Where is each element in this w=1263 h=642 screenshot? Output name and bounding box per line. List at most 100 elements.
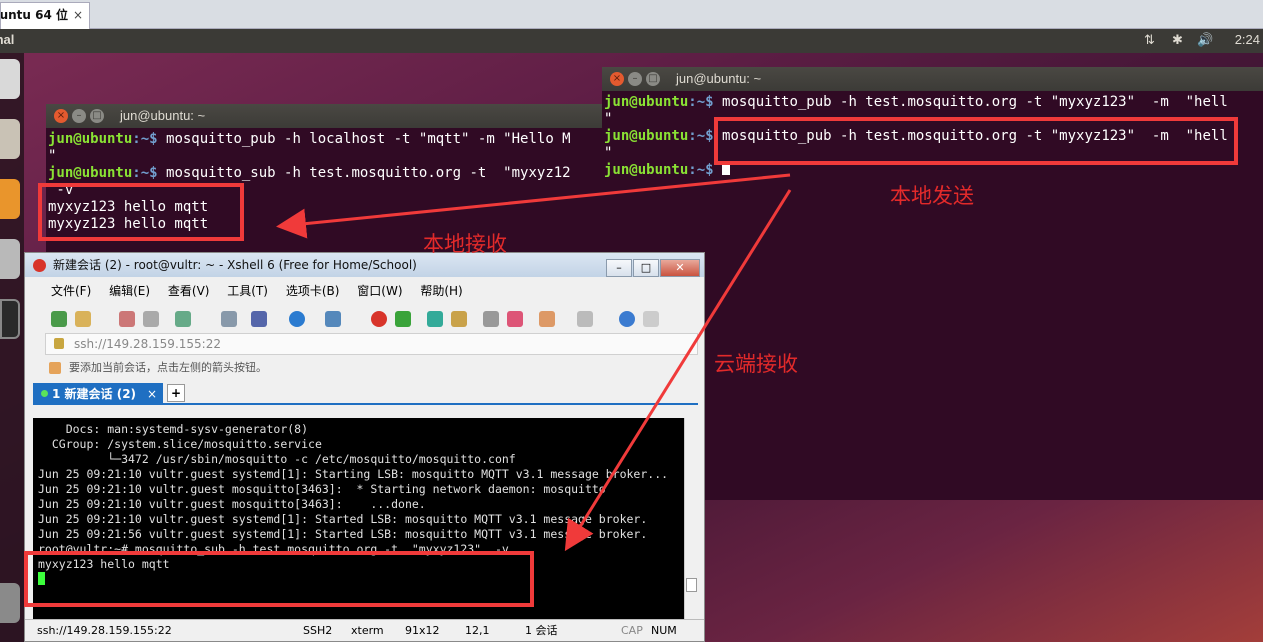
address-bar[interactable]: ssh://149.28.159.155:22 xyxy=(45,333,698,355)
add-tab-icon[interactable] xyxy=(539,311,555,327)
menu-tabs[interactable]: 选项卡(B) xyxy=(286,284,340,298)
minimize-icon[interactable]: – xyxy=(628,72,642,86)
terminal-title: jun@ubuntu: ~ xyxy=(676,71,762,86)
terminal-scrollbar[interactable] xyxy=(684,418,698,619)
launcher-terminal-icon[interactable] xyxy=(0,299,20,339)
xshell-logo-icon xyxy=(33,259,46,272)
tab-session-1[interactable]: 1 新建会话 (2) × xyxy=(33,383,163,405)
bluetooth-icon[interactable]: ✱ xyxy=(1172,32,1183,48)
terminal-line: jun@ubuntu:~$ mosquitto_pub -h test.mosq… xyxy=(604,94,1228,110)
launcher-trash-icon[interactable] xyxy=(0,583,20,623)
new-session-icon[interactable] xyxy=(51,311,67,327)
maximize-icon[interactable]: □ xyxy=(633,259,659,277)
terminal-line: jun@ubuntu:~$ mosquitto_pub -h localhost… xyxy=(48,131,571,147)
terminal-line: jun@ubuntu:~$ mosquitto_sub -h test.mosq… xyxy=(48,165,571,181)
properties-icon[interactable] xyxy=(175,311,191,327)
top-panel: inal ⇅ ✱ 🔊 2:24 xyxy=(0,29,1263,53)
session-tabs: 1 新建会话 (2) × + xyxy=(33,381,698,405)
annotation-cloud-receive: 云端接收 xyxy=(714,352,798,376)
disconnect-icon[interactable] xyxy=(119,311,135,327)
close-icon[interactable]: ✕ xyxy=(660,259,700,277)
window-controls: – □ ✕ xyxy=(605,255,700,277)
globe-icon[interactable] xyxy=(289,311,305,327)
status-protocol: SSH2 xyxy=(303,624,333,637)
launcher-ubuntu-icon[interactable] xyxy=(0,59,20,99)
chat-icon[interactable] xyxy=(643,311,659,327)
lock-icon[interactable] xyxy=(451,311,467,327)
layout-icon[interactable] xyxy=(577,311,593,327)
keyboard-icon[interactable] xyxy=(483,311,499,327)
terminal-line: └─3472 /usr/sbin/mosquitto -c /etc/mosqu… xyxy=(38,452,516,466)
status-num: NUM xyxy=(651,624,677,637)
terminal-titlebar: × – □ jun@ubuntu: ~ xyxy=(46,104,602,128)
minimize-icon[interactable]: – xyxy=(606,259,632,277)
terminal-line: " xyxy=(48,148,57,164)
menu-view[interactable]: 查看(V) xyxy=(168,284,210,298)
session-hint-bar: 要添加当前会话，点击左侧的箭头按钮。 xyxy=(25,355,704,381)
find-icon[interactable] xyxy=(221,311,237,327)
bookmark-icon[interactable] xyxy=(49,362,61,374)
open-folder-icon[interactable] xyxy=(75,311,91,327)
annotation-box-local-receive xyxy=(38,183,244,241)
menu-file[interactable]: 文件(F) xyxy=(51,284,91,298)
terminal-title: jun@ubuntu: ~ xyxy=(120,108,206,123)
menu-help[interactable]: 帮助(H) xyxy=(420,284,462,298)
status-cursor-pos: 12,1 xyxy=(465,624,490,637)
session-hint: 要添加当前会话，点击左侧的箭头按钮。 xyxy=(69,361,267,374)
xftp-icon[interactable] xyxy=(371,311,387,327)
terminal-line: Docs: man:systemd-sysv-generator(8) xyxy=(38,422,309,436)
font-icon[interactable] xyxy=(325,311,341,327)
launcher xyxy=(0,53,24,642)
add-tab-button[interactable]: + xyxy=(167,384,185,402)
network-icon[interactable]: ⇅ xyxy=(1144,32,1155,48)
menu-bar: 文件(F) 编辑(E) 查看(V) 工具(T) 选项卡(B) 窗口(W) 帮助(… xyxy=(25,277,704,305)
annotation-box-local-send xyxy=(714,117,1238,165)
terminal-line: Jun 25 09:21:10 vultr.guest mosquitto[34… xyxy=(38,497,426,511)
help-icon[interactable] xyxy=(619,311,635,327)
vm-tab-ubuntu[interactable]: buntu 64 位 × xyxy=(0,2,90,29)
close-icon[interactable]: × xyxy=(73,3,83,28)
terminal-line: CGroup: /system.slice/mosquitto.service xyxy=(38,437,322,451)
connected-status-icon xyxy=(41,390,48,397)
app-name: inal xyxy=(0,32,15,47)
clock[interactable]: 2:24 xyxy=(1235,32,1260,47)
status-bar: ssh://149.28.159.155:22 SSH2 xterm 91x12… xyxy=(25,619,704,641)
xshell-title: 新建会话 (2) - root@vultr: ~ - Xshell 6 (Fre… xyxy=(53,258,417,272)
status-sessions: 1 会话 xyxy=(525,624,558,637)
fullscreen-icon[interactable] xyxy=(427,311,443,327)
menu-edit[interactable]: 编辑(E) xyxy=(109,284,150,298)
launcher-firefox-icon[interactable] xyxy=(0,179,20,219)
status-caps: CAP xyxy=(621,624,643,637)
close-icon[interactable]: × xyxy=(147,383,157,405)
terminal-line: Jun 25 09:21:56 vultr.guest systemd[1]: … xyxy=(38,527,648,541)
annotation-box-cloud-receive xyxy=(24,551,534,607)
volume-icon[interactable]: 🔊 xyxy=(1197,32,1213,48)
close-icon[interactable]: × xyxy=(610,72,624,86)
menu-tools[interactable]: 工具(T) xyxy=(227,284,268,298)
minimize-icon[interactable]: – xyxy=(72,109,86,123)
highlight-icon[interactable] xyxy=(507,311,523,327)
status-address: ssh://149.28.159.155:22 xyxy=(37,624,172,637)
xshell-titlebar: 新建会话 (2) - root@vultr: ~ - Xshell 6 (Fre… xyxy=(25,253,704,277)
maximize-icon[interactable]: □ xyxy=(646,72,660,86)
terminal-line: Jun 25 09:21:10 vultr.guest mosquitto[34… xyxy=(38,482,606,496)
color-scheme-icon[interactable] xyxy=(251,311,267,327)
annotation-local-receive: 本地接收 xyxy=(423,232,507,256)
reconnect-icon[interactable] xyxy=(143,311,159,327)
close-icon[interactable]: × xyxy=(54,109,68,123)
toolbar xyxy=(25,305,704,333)
menu-window[interactable]: 窗口(W) xyxy=(357,284,402,298)
status-terminal-type: xterm xyxy=(351,624,384,637)
vm-tab-strip: buntu 64 位 × xyxy=(0,0,1263,29)
launcher-files-icon[interactable] xyxy=(0,119,20,159)
address-text: ssh://149.28.159.155:22 xyxy=(74,337,221,351)
terminal-line: Jun 25 09:21:10 vultr.guest systemd[1]: … xyxy=(38,467,669,481)
terminal-line: Jun 25 09:21:10 vultr.guest systemd[1]: … xyxy=(38,512,648,526)
launcher-settings-icon[interactable] xyxy=(0,239,20,279)
maximize-icon[interactable]: □ xyxy=(90,109,104,123)
terminal-titlebar: × – □ jun@ubuntu: ~ xyxy=(602,67,1263,91)
scrollbar-thumb[interactable] xyxy=(686,578,697,592)
annotation-local-send: 本地发送 xyxy=(890,184,974,208)
xagent-icon[interactable] xyxy=(395,311,411,327)
lock-icon xyxy=(54,338,64,349)
